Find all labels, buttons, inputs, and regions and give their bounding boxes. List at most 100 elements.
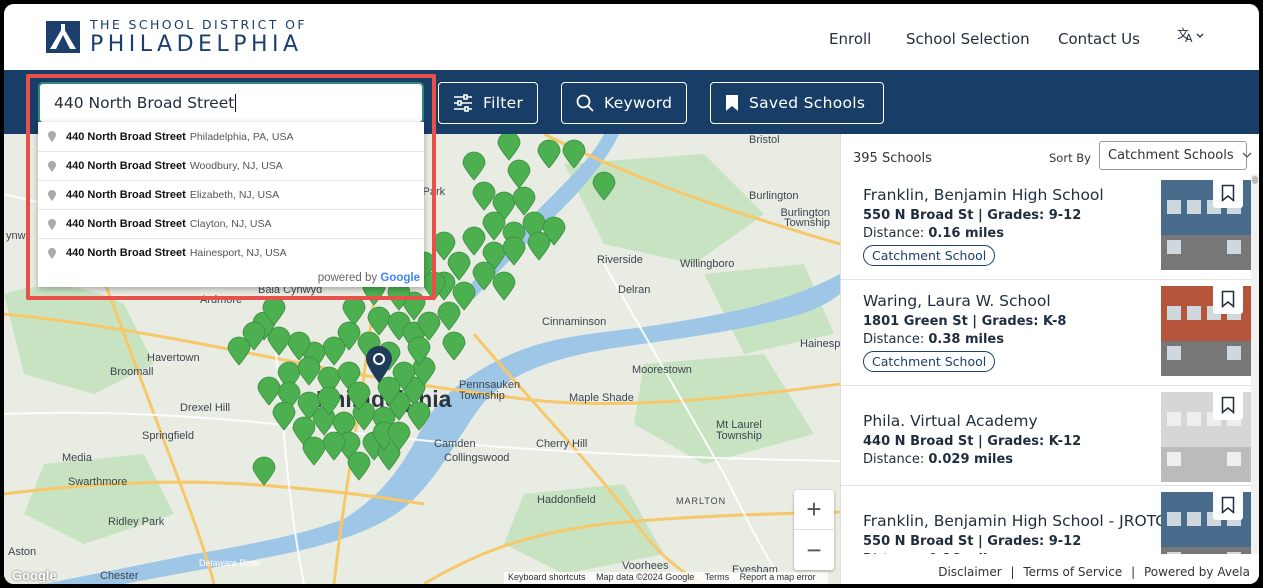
school-card[interactable]: Phila. Virtual Academy 440 N Broad St | G… (841, 386, 1251, 486)
sort-by-label: Sort By (1049, 151, 1091, 165)
district-logo[interactable]: THE SCHOOL DISTRICT OF PHILADELPHIA (46, 17, 308, 57)
save-school-button[interactable] (1213, 490, 1243, 520)
bookmark-icon (726, 95, 738, 111)
school-pin[interactable] (437, 301, 461, 331)
svg-text:A: A (1185, 32, 1193, 44)
distance-value: 0.38 miles (928, 332, 1004, 347)
catchment-badge: Catchment School (863, 245, 996, 266)
school-pin[interactable] (227, 336, 251, 366)
keyboard-shortcuts-link[interactable]: Keyboard shortcuts (508, 572, 586, 582)
school-count: 395 Schools (853, 151, 932, 166)
school-pin[interactable] (407, 401, 431, 431)
school-pin[interactable] (537, 139, 561, 169)
bookmark-outline-icon (1221, 184, 1235, 202)
school-pin[interactable] (472, 181, 496, 211)
sort-value: Catchment Schools (1108, 148, 1234, 163)
logo-line1: THE SCHOOL DISTRICT OF (90, 17, 308, 32)
catchment-badge: Catchment School (863, 351, 996, 372)
distance-value: 0.16 miles (928, 552, 1004, 554)
list-scrollbar[interactable] (1251, 174, 1259, 554)
save-school-button[interactable] (1213, 284, 1243, 314)
distance-label: Distance: (863, 552, 924, 554)
school-pin[interactable] (297, 356, 321, 386)
highlight-box (26, 74, 436, 300)
school-distance: Distance: 0.16 miles (863, 552, 1004, 554)
selected-location-marker[interactable] (365, 346, 393, 384)
school-card[interactable]: Waring, Laura W. School 1801 Green St | G… (841, 280, 1251, 386)
school-pin[interactable] (462, 151, 486, 181)
school-pin[interactable] (592, 171, 616, 201)
school-distance: Distance: 0.029 miles (863, 452, 1013, 467)
saved-schools-button[interactable]: Saved Schools (710, 82, 885, 124)
powered-by-avela-link[interactable]: Powered by Avela (1144, 565, 1250, 579)
school-distance: Distance: 0.38 miles (863, 332, 1004, 347)
school-pin[interactable] (252, 456, 276, 486)
school-pin[interactable] (492, 271, 516, 301)
bookmark-outline-icon (1221, 396, 1235, 414)
saved-schools-label: Saved Schools (749, 94, 866, 112)
school-pin[interactable] (512, 186, 536, 216)
zoom-in-button[interactable]: + (794, 490, 834, 530)
nav-school-selection[interactable]: School Selection (906, 30, 1030, 48)
disclaimer-link[interactable]: Disclaimer (938, 565, 1001, 579)
school-card[interactable]: Franklin, Benjamin High School 550 N Broa… (841, 174, 1251, 280)
bookmark-outline-icon (1221, 496, 1235, 514)
zoom-out-button[interactable]: − (794, 530, 834, 570)
save-school-button[interactable] (1213, 178, 1243, 208)
school-list: Franklin, Benjamin High School 550 N Broa… (841, 174, 1251, 554)
school-name: Phila. Virtual Academy (863, 412, 1038, 430)
school-pin[interactable] (507, 159, 531, 189)
school-pin[interactable] (497, 134, 521, 161)
school-pin[interactable] (527, 231, 551, 261)
school-distance: Distance: 0.16 miles (863, 226, 1004, 241)
distance-label: Distance: (863, 332, 925, 347)
translate-icon[interactable]: 文 A (1177, 26, 1205, 48)
school-pin[interactable] (322, 336, 346, 366)
school-name: Waring, Laura W. School (863, 292, 1051, 310)
school-pin[interactable] (472, 261, 496, 291)
sliders-icon (454, 94, 472, 112)
logo-line2: PHILADELPHIA (90, 31, 303, 57)
school-pin[interactable] (272, 401, 296, 431)
map-data-label: Map data ©2024 Google (596, 572, 695, 582)
school-address: 550 N Broad St | Grades: 9-12 (863, 534, 1082, 549)
keyword-label: Keyword (604, 94, 673, 112)
school-address: 1801 Green St | Grades: K-8 (863, 314, 1067, 329)
nav-enroll[interactable]: Enroll (829, 30, 871, 48)
terms-of-service-link[interactable]: Terms of Service (1023, 565, 1122, 579)
filter-button[interactable]: Filter (438, 82, 539, 124)
distance-value: 0.029 miles (928, 452, 1014, 467)
terms-link[interactable]: Terms (705, 572, 730, 582)
school-address: 440 N Broad St | Grades: K-12 (863, 434, 1082, 449)
school-pin[interactable] (442, 331, 466, 361)
school-address: 550 N Broad St | Grades: 9-12 (863, 208, 1082, 223)
school-pin[interactable] (367, 306, 391, 336)
save-school-button[interactable] (1213, 390, 1243, 420)
school-name: Franklin, Benjamin High School (863, 186, 1104, 204)
school-pin[interactable] (257, 376, 281, 406)
school-list-panel: 395 Schools Sort By Catchment Schools Fr… (840, 134, 1259, 584)
school-card[interactable]: Franklin, Benjamin High School - JROTC 55… (841, 486, 1251, 554)
school-pin[interactable] (482, 211, 506, 241)
filter-label: Filter (483, 94, 524, 112)
district-logo-icon (46, 21, 80, 54)
school-pin[interactable] (347, 451, 371, 481)
nav-contact-us[interactable]: Contact Us (1058, 30, 1140, 48)
report-map-error-link[interactable]: Report a map error (740, 572, 816, 582)
school-pin[interactable] (342, 296, 366, 326)
sort-select[interactable]: Catchment Schools (1099, 141, 1252, 170)
school-pin[interactable] (462, 226, 486, 256)
map-attribution: Keyboard shortcuts Map data ©2024 Google… (504, 572, 828, 584)
school-pin[interactable] (302, 436, 326, 466)
bookmark-outline-icon (1221, 290, 1235, 308)
google-logo: Google (12, 568, 57, 583)
school-pin[interactable] (562, 139, 586, 169)
distance-label: Distance: (863, 452, 925, 467)
school-pin[interactable] (322, 431, 346, 461)
zoom-control: + − (794, 490, 834, 570)
distance-label: Distance: (863, 226, 925, 241)
keyword-button[interactable]: Keyword (561, 82, 688, 124)
school-pin[interactable] (502, 236, 526, 266)
chevron-down-icon (1242, 152, 1252, 158)
app-window: THE SCHOOL DISTRICT OF PHILADELPHIA Enro… (4, 4, 1259, 584)
